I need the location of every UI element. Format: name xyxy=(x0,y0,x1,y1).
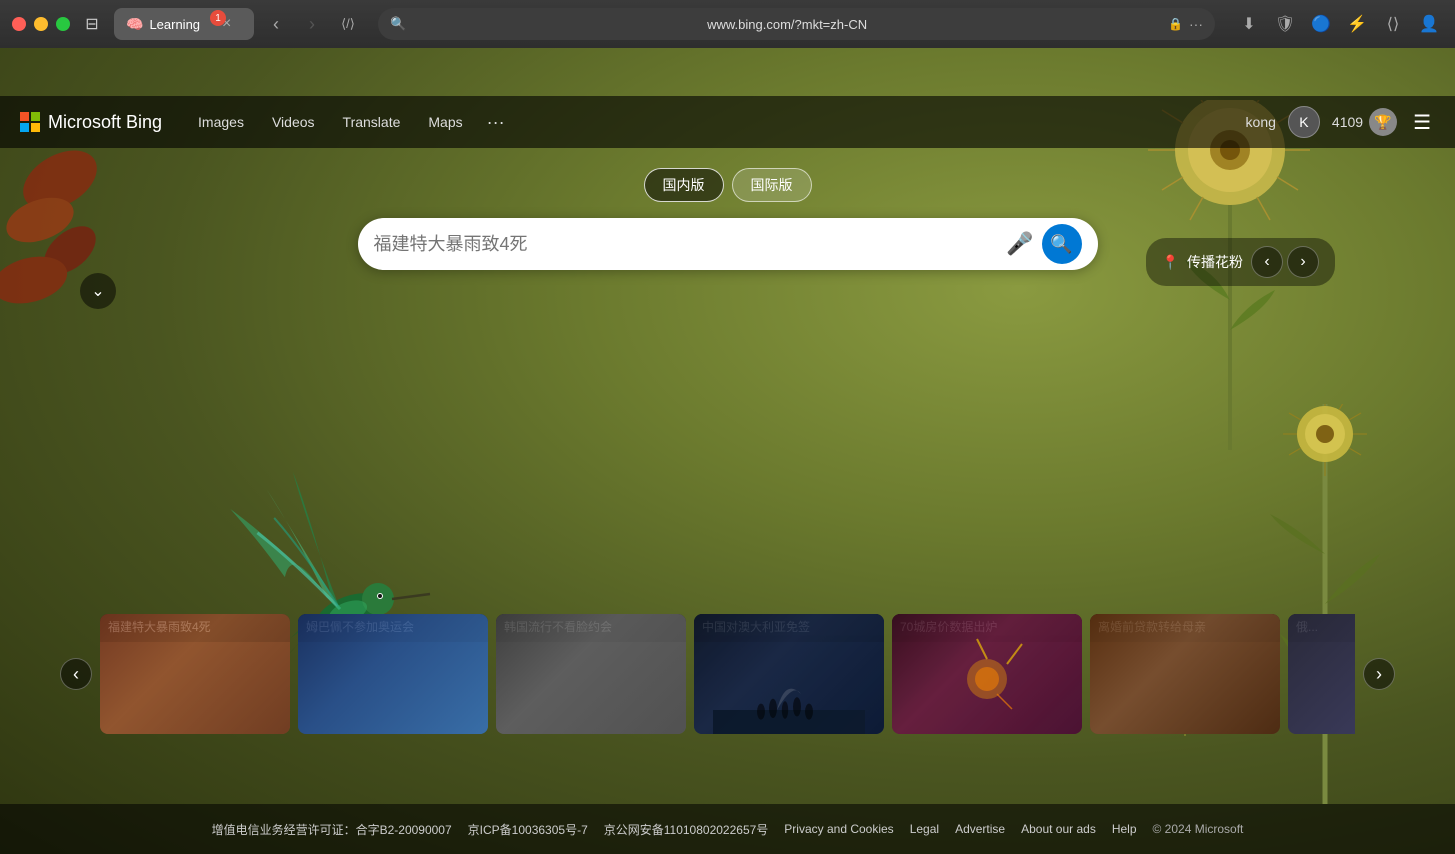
trophy-icon: 🏆 xyxy=(1369,108,1397,136)
tab-label: Learning xyxy=(149,17,200,32)
region-tab-domestic[interactable]: 国内版 xyxy=(644,168,724,202)
footer-link-advertise[interactable]: Advertise xyxy=(955,822,1005,836)
location-pin-icon: 📍 xyxy=(1162,254,1179,271)
footer-link-icp2[interactable]: 京ICP备10036305号-7 xyxy=(468,821,588,838)
user-avatar[interactable]: K xyxy=(1288,106,1320,138)
search-submit-button[interactable]: 🔍 xyxy=(1042,224,1082,264)
news-card-5[interactable]: 70城房价数据出炉 xyxy=(892,614,1082,734)
news-cards-container: 福建特大暴雨致4死 姆巴佩不参加奥运会 韩国流行不看脸约会 中国对澳大利亚免签 xyxy=(100,614,1355,734)
dev-tools-button[interactable]: ⟨/⟩ xyxy=(334,10,362,38)
news-card-6[interactable]: 离婚前贷款转给母亲 xyxy=(1090,614,1280,734)
points-badge[interactable]: 4109 🏆 xyxy=(1332,108,1397,136)
news-card-3[interactable]: 韩国流行不看脸约会 xyxy=(496,614,686,734)
forward-button[interactable]: › xyxy=(298,10,326,38)
maximize-button[interactable] xyxy=(56,17,70,31)
tab-icon: 🧠 xyxy=(126,16,143,33)
download-icon[interactable]: ⬇ xyxy=(1235,10,1263,38)
chevron-down-icon: ⌄ xyxy=(91,281,104,301)
vpn-icon[interactable]: 🔵 xyxy=(1307,10,1335,38)
extension-icon[interactable]: ⚡ xyxy=(1343,10,1371,38)
toolbar-icons: ⬇ 🛡 🔵 ⚡ ⟨⟩ 👤 xyxy=(1235,10,1443,38)
footer: 增值电信业务经营许可证：合字B2-20090007 京ICP备10036305号… xyxy=(0,804,1455,854)
hamburger-menu-icon[interactable]: ☰ xyxy=(1409,106,1435,139)
sidebar-toggle-button[interactable]: ⊟ xyxy=(78,10,106,38)
nav-link-maps[interactable]: Maps xyxy=(416,106,474,138)
bing-logo-text: Microsoft Bing xyxy=(48,112,162,133)
search-input[interactable] xyxy=(374,234,999,255)
tab-badge: 1 xyxy=(210,10,226,26)
news-card-1[interactable]: 福建特大暴雨致4死 xyxy=(100,614,290,734)
avatar-initial: K xyxy=(1299,114,1308,130)
dev-icon[interactable]: ⟨⟩ xyxy=(1379,10,1407,38)
footer-link-privacy[interactable]: Privacy and Cookies xyxy=(784,822,893,836)
search-icon: 🔍 xyxy=(390,16,406,32)
news-section: ‹ 福建特大暴雨致4死 姆巴佩不参加奥运会 韩国流行不看脸约会 中国对澳大利亚免… xyxy=(0,614,1455,734)
address-more-icon[interactable]: ··· xyxy=(1189,16,1203,32)
region-tab-international[interactable]: 国际版 xyxy=(732,168,812,202)
background-info-bar: 📍 传播花粉 ‹ › xyxy=(1146,238,1335,286)
footer-link-about-ads[interactable]: About our ads xyxy=(1021,822,1096,836)
back-button[interactable]: ‹ xyxy=(262,10,290,38)
bing-nav-right: kong K 4109 🏆 ☰ xyxy=(1246,106,1435,139)
news-card-4[interactable]: 中国对澳大利亚免签 xyxy=(694,614,884,734)
user-name-label: kong xyxy=(1246,114,1276,130)
url-text: www.bing.com/?mkt=zh-CN xyxy=(412,17,1162,32)
close-button[interactable] xyxy=(12,17,26,31)
traffic-lights xyxy=(12,17,70,31)
news-card-7[interactable]: 俄... xyxy=(1288,614,1355,734)
main-content: Microsoft Bing Images Videos Translate M… xyxy=(0,48,1455,854)
points-value: 4109 xyxy=(1332,114,1363,130)
lock-icon: 🔒 xyxy=(1168,17,1183,31)
nav-link-videos[interactable]: Videos xyxy=(260,106,327,138)
microsoft-squares-icon xyxy=(20,112,40,132)
copyright-text: © 2024 Microsoft xyxy=(1153,822,1244,836)
bing-nav-links: Images Videos Translate Maps ··· xyxy=(186,106,1246,138)
news-card-2[interactable]: 姆巴佩不参加奥运会 xyxy=(298,614,488,734)
footer-link-security[interactable]: 京公网安备11010802022657号 xyxy=(604,821,769,838)
bing-navbar: Microsoft Bing Images Videos Translate M… xyxy=(0,96,1455,148)
footer-link-legal[interactable]: Legal xyxy=(910,822,939,836)
title-bar: ⊟ 🧠 Learning 1 × ‹ › ⟨/⟩ 🔍 www.bing.com/… xyxy=(0,0,1455,48)
browser-tab[interactable]: 🧠 Learning 1 × xyxy=(114,8,254,40)
search-box: 🎤 🔍 xyxy=(358,218,1098,270)
search-section: 国内版 国际版 🎤 🔍 xyxy=(358,168,1098,270)
bing-logo[interactable]: Microsoft Bing xyxy=(20,112,162,133)
shield-icon[interactable]: 🛡 xyxy=(1271,10,1299,38)
scroll-down-button[interactable]: ⌄ xyxy=(80,273,116,309)
minimize-button[interactable] xyxy=(34,17,48,31)
bg-nav-buttons: ‹ › xyxy=(1251,246,1319,278)
bg-next-button[interactable]: › xyxy=(1287,246,1319,278)
nav-more-icon[interactable]: ··· xyxy=(479,108,513,137)
region-tabs: 国内版 国际版 xyxy=(644,168,812,202)
carousel-next-button[interactable]: › xyxy=(1363,658,1395,690)
nav-link-images[interactable]: Images xyxy=(186,106,256,138)
search-button-icon: 🔍 xyxy=(1050,234,1072,255)
carousel-prev-button[interactable]: ‹ xyxy=(60,658,92,690)
profile-icon[interactable]: 👤 xyxy=(1415,10,1443,38)
nav-link-translate[interactable]: Translate xyxy=(331,106,413,138)
bg-prev-button[interactable]: ‹ xyxy=(1251,246,1283,278)
microphone-icon[interactable]: 🎤 xyxy=(1006,231,1033,257)
address-bar[interactable]: 🔍 www.bing.com/?mkt=zh-CN 🔒 ··· xyxy=(378,8,1215,40)
location-label: 传播花粉 xyxy=(1187,252,1243,272)
footer-link-icp1[interactable]: 增值电信业务经营许可证：合字B2-20090007 xyxy=(212,821,452,838)
footer-link-help[interactable]: Help xyxy=(1112,822,1137,836)
